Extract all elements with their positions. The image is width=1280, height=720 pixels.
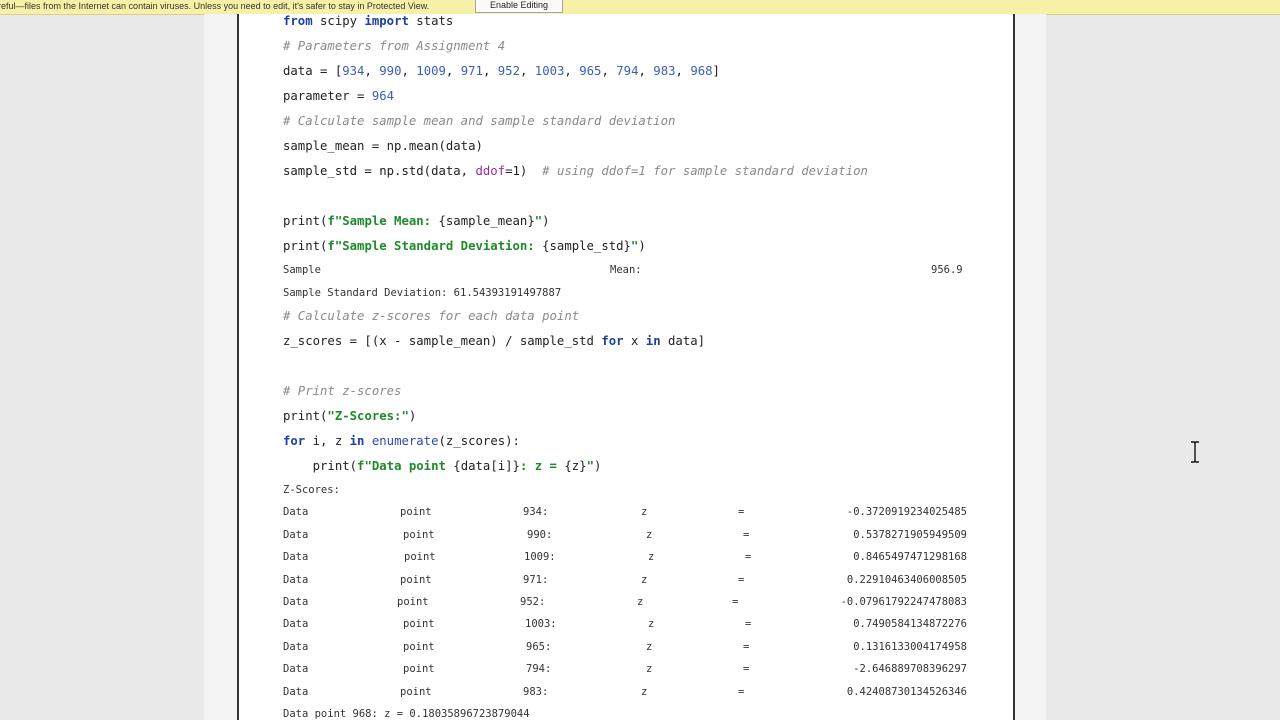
code-line-zscores: z_scores = [(x - sample_mean) / sample_s… [283, 334, 706, 348]
zscore-row-equals: = [738, 574, 745, 586]
zscore-row-equals: = [745, 551, 752, 563]
enable-editing-button[interactable]: Enable Editing [475, 0, 563, 13]
zscore-row-point: point [403, 618, 435, 630]
zscore-row-z: z [641, 574, 648, 586]
protected-view-message: reful—files from the Internet can contai… [0, 1, 430, 11]
zscore-row-point: point [400, 686, 432, 698]
zscore-row-z: z [641, 506, 648, 518]
code-line-import: from scipy import stats [283, 14, 454, 28]
zscore-row-number: 971: [523, 574, 549, 586]
code-comment-zscores: # Calculate z-scores for each data point [283, 309, 580, 323]
zscore-row-word: Data [283, 506, 309, 518]
zscore-row-word: Data [283, 574, 309, 586]
zscore-row-point: point [397, 596, 429, 608]
zscore-row-number: 983: [523, 686, 549, 698]
code-line-print-mean: print(f"Sample Mean: {sample_mean}") [283, 214, 550, 228]
zscore-row-number: 934: [523, 506, 549, 518]
code-comment-parameters: # Parameters from Assignment 4 [283, 39, 506, 53]
zscore-row-number: 952: [520, 596, 546, 608]
zscore-row-equals: = [738, 686, 745, 698]
zscore-row-z: z [637, 596, 644, 608]
output-mean-label2: Mean: [610, 264, 642, 276]
zscore-row-word: Data [283, 641, 309, 653]
zscore-row-value: -0.3720919234025485 [846, 506, 967, 518]
zscore-row-value: 0.22910463406008505 [846, 574, 967, 586]
zscore-row-number: 1009: [524, 551, 556, 563]
zscore-row-z: z [641, 686, 648, 698]
zscore-row-z: z [646, 529, 653, 541]
zscore-row-equals: = [743, 529, 750, 541]
zscore-row-value: -2.646889708396297 [853, 663, 967, 675]
code-line-parameter: parameter = 964 [283, 89, 395, 103]
output-std-line: Sample Standard Deviation: 61.5439319149… [283, 287, 562, 299]
zscore-row-word: Data [283, 551, 309, 563]
zscore-row-value: 0.42408730134526346 [846, 686, 967, 698]
zscore-row-word: Data [283, 663, 309, 675]
code-line-print-header: print("Z-Scores:") [283, 409, 417, 423]
output-last-line: Data point 968: z = 0.18035896723879044 [283, 708, 530, 720]
zscore-row-z: z [648, 551, 655, 563]
text-cursor-icon [1191, 441, 1199, 463]
zscore-row-equals: = [743, 641, 750, 653]
zscore-row-point: point [403, 663, 435, 675]
code-line-print-row: print(f"Data point {data[i]}: z = {z}") [283, 459, 602, 473]
zscore-row-word: Data [283, 618, 309, 630]
output-mean-label: Sample [283, 264, 321, 276]
zscore-row-equals: = [732, 596, 739, 608]
zscore-row-z: z [646, 641, 653, 653]
zscore-row-equals: = [738, 506, 745, 518]
output-mean-value: 956.9 [931, 264, 963, 276]
zscore-row-point: point [403, 529, 435, 541]
zscore-row-value: 0.7490584134872276 [853, 618, 967, 630]
code-comment-calculate: # Calculate sample mean and sample stand… [283, 114, 676, 128]
zscore-row-number: 990: [527, 529, 553, 541]
code-line-mean: sample_mean = np.mean(data) [283, 139, 483, 153]
code-line-for: for i, z in enumerate(z_scores): [283, 434, 520, 448]
zscore-row-point: point [404, 551, 436, 563]
code-line-data: data = [934, 990, 1009, 971, 952, 1003, … [283, 64, 720, 78]
zscore-row-z: z [646, 663, 653, 675]
zscore-row-value: 0.8465497471298168 [853, 551, 967, 563]
code-comment-print: # Print z-scores [283, 384, 402, 398]
output-zscores-header: Z-Scores: [283, 484, 340, 496]
zscore-row-number: 1003: [525, 618, 557, 630]
zscore-row-point: point [400, 506, 432, 518]
code-line-print-std: print(f"Sample Standard Deviation: {samp… [283, 239, 646, 253]
zscore-row-number: 965: [526, 641, 552, 653]
zscore-row-point: point [403, 641, 435, 653]
zscore-row-word: Data [283, 529, 309, 541]
zscore-row-value: 0.5378271905949509 [853, 529, 967, 541]
zscore-row-word: Data [283, 596, 309, 608]
protected-view-bar: reful—files from the Internet can contai… [0, 0, 1280, 15]
zscore-row-equals: = [745, 618, 752, 630]
zscore-row-z: z [648, 618, 655, 630]
zscore-row-equals: = [743, 663, 750, 675]
zscore-row-point: point [400, 574, 432, 586]
zscore-row-number: 794: [526, 663, 552, 675]
zscore-row-value: -0.07961792247478083 [840, 596, 967, 608]
zscore-row-value: 0.1316133004174958 [853, 641, 967, 653]
zscore-row-word: Data [283, 686, 309, 698]
code-line-std: sample_std = np.std(data, ddof=1) # usin… [283, 164, 868, 178]
